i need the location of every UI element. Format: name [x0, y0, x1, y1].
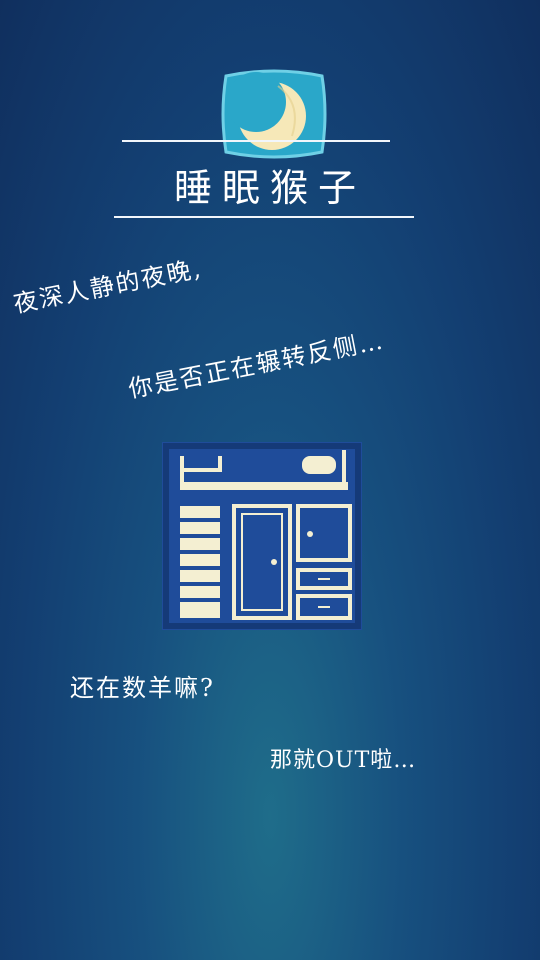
- slogan-line-3: 还在数羊嘛?: [70, 674, 215, 702]
- moon-pillow-icon: [218, 66, 330, 162]
- title-top-rule: [122, 140, 390, 142]
- slogan-line-4: 那就OUT啦…: [270, 748, 417, 773]
- slogan-line-2: 你是否正在辗转反侧…: [126, 326, 387, 404]
- slogan-line-1: 夜深人静的夜晚,: [11, 254, 205, 319]
- app-title: 睡眠猴子: [173, 166, 366, 210]
- title-bottom-rule: [114, 216, 414, 218]
- loft-bed-icon: [162, 442, 362, 630]
